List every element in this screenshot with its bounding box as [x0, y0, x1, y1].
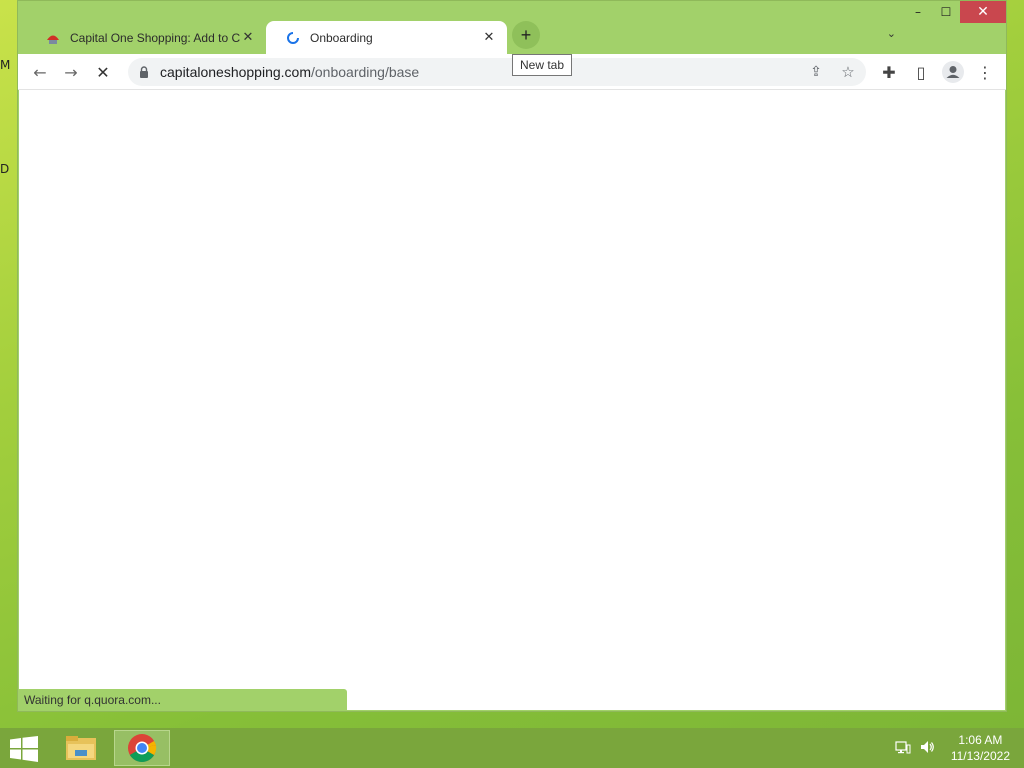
network-icon[interactable] — [895, 739, 911, 758]
share-icon[interactable]: ⇪ — [804, 64, 828, 80]
forward-button[interactable]: → — [59, 60, 83, 84]
close-tab-icon[interactable]: ✕ — [481, 30, 497, 45]
side-panel-icon[interactable]: ▯ — [909, 60, 933, 84]
lock-icon — [138, 65, 150, 79]
tab-onboarding[interactable]: Onboarding ✕ — [266, 21, 507, 54]
chrome-taskbar-icon[interactable] — [114, 730, 170, 766]
back-button[interactable]: ← — [28, 60, 52, 84]
profile-avatar-icon[interactable] — [941, 60, 965, 84]
tab-search-chevron-icon[interactable]: ⌄ — [887, 27, 896, 40]
close-tab-icon[interactable]: ✕ — [240, 30, 256, 45]
new-tab-tooltip: New tab — [512, 54, 573, 76]
file-explorer-icon[interactable] — [53, 730, 109, 766]
taskbar: 1:06 AM 11/13/2022 — [0, 728, 1024, 768]
windows-start-icon[interactable] — [10, 736, 38, 762]
desktop-icon-label: D — [0, 162, 10, 176]
desktop-icon-label: M — [0, 58, 11, 72]
capital-one-favicon-icon — [46, 31, 60, 45]
new-tab-button[interactable]: + — [512, 21, 540, 49]
clock-time: 1:06 AM — [958, 733, 1003, 747]
bookmark-star-icon[interactable]: ☆ — [836, 63, 860, 81]
tab-capital-one-shopping[interactable]: Capital One Shopping: Add to Ch ✕ — [26, 21, 266, 54]
volume-icon[interactable] — [919, 739, 935, 758]
system-tray: 1:06 AM 11/13/2022 — [895, 728, 1024, 768]
clock-date: 11/13/2022 — [950, 749, 1010, 763]
address-bar[interactable]: capitaloneshopping.com/onboarding/base ⇪… — [128, 58, 866, 86]
status-bar: Waiting for q.quora.com... — [19, 689, 347, 710]
browser-menu-icon[interactable]: ⋮ — [973, 60, 997, 84]
tab-title: Capital One Shopping: Add to Ch — [70, 30, 240, 45]
tab-title: Onboarding — [310, 30, 373, 45]
loading-spinner-icon — [286, 31, 300, 45]
taskbar-clock[interactable]: 1:06 AM 11/13/2022 — [951, 732, 1010, 764]
url-domain: capitaloneshopping.com — [160, 64, 311, 80]
url-path: /onboarding/base — [311, 64, 420, 80]
stop-loading-button[interactable]: ✕ — [91, 60, 115, 84]
extensions-puzzle-icon[interactable]: ✚ — [877, 60, 901, 84]
page-content — [19, 90, 1005, 710]
browser-window: – ☐ ✕ Capital One Shopping: Add to Ch ✕ … — [17, 0, 1007, 712]
